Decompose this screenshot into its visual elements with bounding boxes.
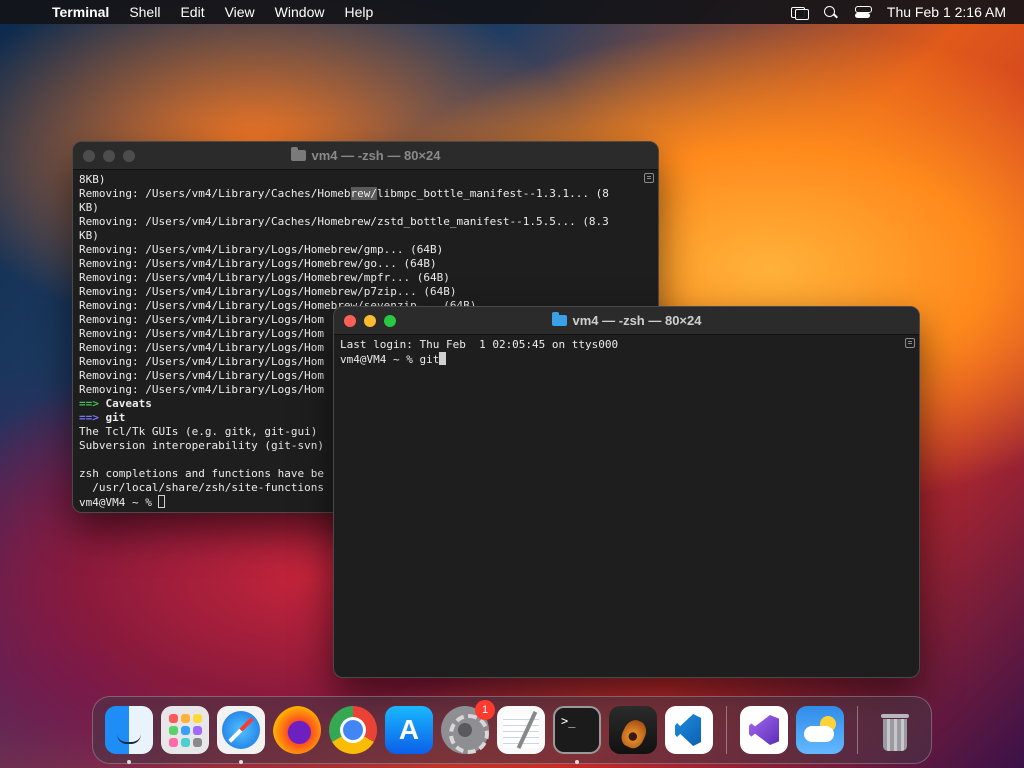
textedit-icon[interactable] bbox=[497, 706, 545, 754]
terminal-line: KB) bbox=[79, 201, 99, 214]
window-titlebar[interactable]: vm4 — -zsh — 80×24 bbox=[73, 142, 658, 170]
safari-icon[interactable] bbox=[217, 706, 265, 764]
system-settings-icon[interactable]: 1 bbox=[441, 700, 495, 754]
menu-app-name[interactable]: Terminal bbox=[40, 4, 119, 20]
terminal-line: Removing: /Users/vm4/Library/Logs/Hom bbox=[79, 327, 325, 340]
app-store-icon[interactable] bbox=[385, 706, 433, 754]
control-center-icon[interactable] bbox=[854, 5, 872, 19]
terminal-line: Removing: /Users/vm4/Library/Logs/Homebr… bbox=[79, 271, 450, 284]
window-title: vm4 — -zsh — 80×24 bbox=[311, 148, 441, 163]
menu-bar: Terminal Shell Edit View Window Help Thu… bbox=[0, 0, 1024, 24]
menu-help[interactable]: Help bbox=[334, 4, 383, 20]
terminal-line-git: ==> git bbox=[79, 411, 126, 424]
terminal-line: The Tcl/Tk GUIs (e.g. gitk, git-gui) bbox=[79, 425, 318, 438]
folder-icon bbox=[290, 147, 306, 161]
terminal-line: Removing: /Users/vm4/Library/Logs/Homebr… bbox=[79, 243, 444, 256]
terminal-prompt: vm4@VM4 ~ % git bbox=[340, 353, 440, 366]
terminal-line: Removing: /Users/vm4/Library/Logs/Hom bbox=[79, 369, 325, 382]
running-indicator bbox=[239, 760, 243, 764]
screen-mirroring-icon[interactable] bbox=[790, 5, 809, 20]
terminal-line: Removing: /Users/vm4/Library/Logs/Homebr… bbox=[79, 285, 457, 298]
terminal-line: Last login: Thu Feb 1 02:05:45 on ttys00… bbox=[340, 338, 619, 351]
folder-icon bbox=[551, 312, 567, 326]
menu-shell[interactable]: Shell bbox=[119, 4, 170, 20]
dock-separator bbox=[726, 706, 727, 754]
terminal-line: /usr/local/share/zsh/site-functions bbox=[79, 481, 325, 494]
terminal-line-caveats: ==> Caveats bbox=[79, 397, 152, 410]
terminal-line: Removing: /Users/vm4/Library/Logs/Hom bbox=[79, 341, 325, 354]
terminal-icon[interactable] bbox=[553, 706, 601, 764]
terminal-line: zsh completions and functions have be bbox=[79, 467, 325, 480]
running-indicator bbox=[127, 760, 131, 764]
status-area: Thu Feb 1 2:16 AM bbox=[790, 4, 1024, 20]
finder-icon[interactable] bbox=[105, 706, 153, 764]
menu-window[interactable]: Window bbox=[265, 4, 335, 20]
scroll-marks-icon[interactable] bbox=[644, 173, 654, 183]
text-cursor bbox=[439, 352, 447, 365]
terminal-line: Removing: /Users/vm4/Library/Logs/Hom bbox=[79, 313, 325, 326]
firefox-icon[interactable] bbox=[273, 706, 321, 754]
visual-studio-icon[interactable] bbox=[740, 706, 788, 754]
window-title: vm4 — -zsh — 80×24 bbox=[572, 313, 702, 328]
terminal-output[interactable]: Last login: Thu Feb 1 02:05:45 on ttys00… bbox=[334, 335, 919, 367]
trash-icon[interactable] bbox=[871, 706, 919, 754]
dock: 1 bbox=[92, 696, 932, 764]
terminal-line: Removing: /Users/vm4/Library/Logs/Hom bbox=[79, 383, 325, 396]
vscode-icon[interactable] bbox=[665, 706, 713, 754]
terminal-line: Removing: /Users/vm4/Library/Logs/Homebr… bbox=[79, 257, 437, 270]
terminal-line: 8KB) bbox=[79, 173, 106, 186]
scroll-marks-icon[interactable] bbox=[905, 338, 915, 348]
chrome-icon[interactable] bbox=[329, 706, 377, 754]
menu-view[interactable]: View bbox=[215, 4, 265, 20]
notification-badge: 1 bbox=[475, 700, 495, 720]
terminal-line: KB) bbox=[79, 229, 99, 242]
launchpad-icon[interactable] bbox=[161, 706, 209, 754]
terminal-line: Subversion interoperability (git-svn) bbox=[79, 439, 325, 452]
weather-icon[interactable] bbox=[796, 706, 844, 754]
menu-edit[interactable]: Edit bbox=[170, 4, 214, 20]
window-titlebar[interactable]: vm4 — -zsh — 80×24 bbox=[334, 307, 919, 335]
terminal-line: Removing: /Users/vm4/Library/Caches/Home… bbox=[79, 215, 609, 228]
terminal-window-front[interactable]: vm4 — -zsh — 80×24 Last login: Thu Feb 1… bbox=[333, 306, 920, 678]
dock-separator bbox=[857, 706, 858, 754]
text-cursor bbox=[158, 495, 166, 508]
menu-clock[interactable]: Thu Feb 1 2:16 AM bbox=[887, 4, 1006, 20]
spotlight-search-icon[interactable] bbox=[823, 5, 839, 19]
garageband-icon[interactable] bbox=[609, 706, 657, 754]
terminal-line: Removing: /Users/vm4/Library/Logs/Hom bbox=[79, 355, 325, 368]
terminal-line: Removing: /Users/vm4/Library/Caches/Home… bbox=[79, 187, 609, 200]
running-indicator bbox=[575, 760, 579, 764]
terminal-prompt: vm4@VM4 ~ % bbox=[79, 496, 159, 509]
